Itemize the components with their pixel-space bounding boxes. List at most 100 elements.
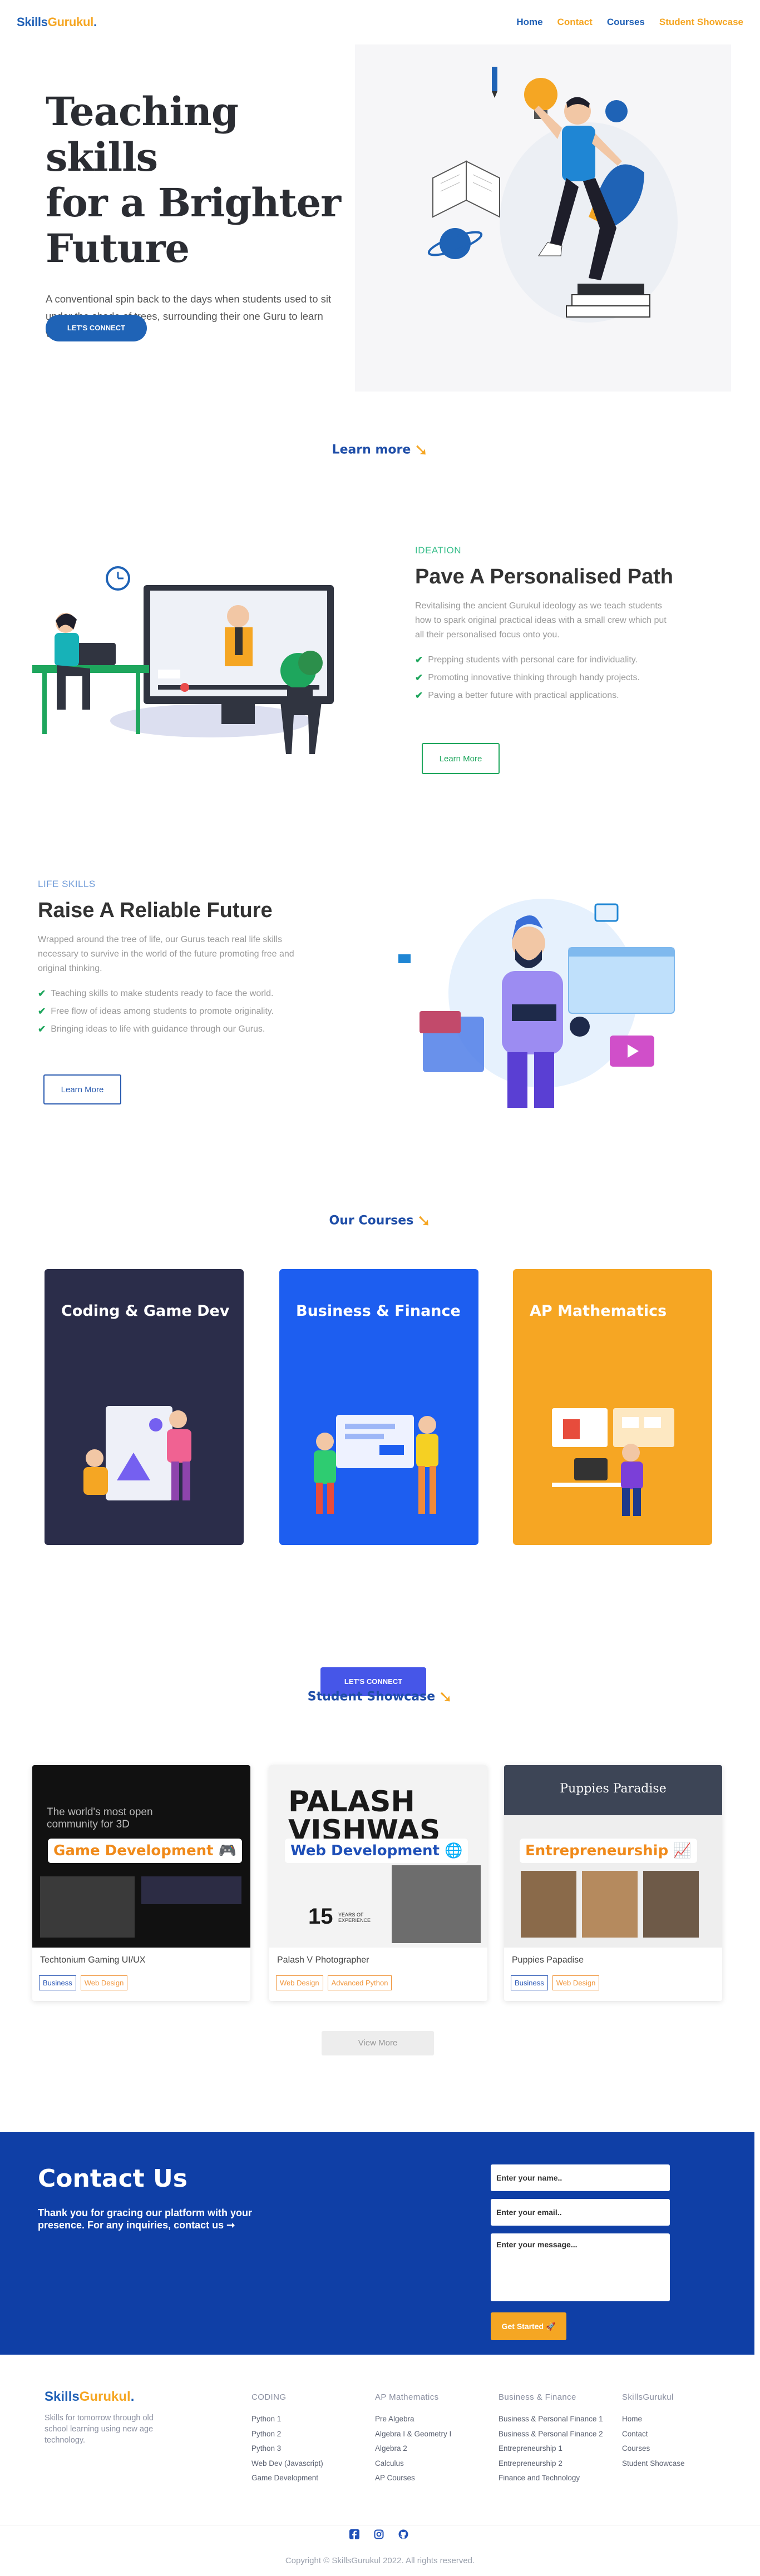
list-item: ✔ Paving a better future with practical a… — [415, 687, 677, 705]
footer-link[interactable]: Python 2 — [251, 2427, 323, 2442]
ideation-bullet-2: Promoting innovative thinking through ha… — [428, 673, 640, 682]
list-item: ✔ Promoting innovative thinking through h… — [415, 669, 677, 687]
footer-column-heading: AP Mathematics — [375, 2392, 439, 2402]
top-nav: SkillsGurukul. Home Contact Courses Stud… — [0, 0, 760, 44]
logo-part-gurukul: Gurukul — [79, 2389, 131, 2404]
footer-link[interactable]: Entrepreneurship 1 — [499, 2441, 603, 2456]
footer-link[interactable]: Python 1 — [251, 2412, 323, 2427]
life-skills-bullet-2: Free flow of ideas among students to pro… — [51, 1007, 274, 1016]
ideation-title: Pave A Personalised Path — [415, 565, 673, 588]
github-icon[interactable] — [398, 2529, 408, 2539]
nav-link-home[interactable]: Home — [516, 17, 542, 28]
thumbnail-image — [521, 1871, 576, 1938]
footer-link[interactable]: Student Showcase — [622, 2456, 685, 2471]
thumbnail-text: The world's most open community for 3D — [47, 1806, 153, 1830]
courses-heading: Our Courses ➘ — [0, 1211, 760, 1231]
footer-link[interactable]: AP Courses — [375, 2471, 451, 2486]
get-started-button[interactable]: Get Started 🚀 — [491, 2312, 566, 2340]
thumbnail-text: YEARS OF EXPERIENCE — [338, 1912, 371, 1923]
check-icon: ✔ — [415, 672, 423, 683]
ideation-bullet-1: Prepping students with personal care for… — [428, 655, 638, 665]
thumbnail-image — [40, 1876, 135, 1938]
life-skills-learn-more-button[interactable]: Learn More — [43, 1074, 121, 1104]
footer-link[interactable]: Python 3 — [251, 2441, 323, 2456]
course-title: Business & Finance — [296, 1302, 461, 1320]
ideation-illustration — [32, 566, 334, 754]
hero-connect-button[interactable]: LET'S CONNECT — [46, 315, 147, 341]
course-card-business[interactable]: Business & Finance — [279, 1269, 478, 1545]
arrow-down-icon: ➘ — [417, 1211, 431, 1231]
showcase-name: Puppies Papadise — [512, 1955, 584, 1965]
arrow-down-icon: ➘ — [414, 440, 428, 460]
showcase-card-palash[interactable]: PALASH VISHWAS 15 YEARS OF EXPERIENCE We… — [269, 1765, 487, 2001]
footer-link[interactable]: Home — [622, 2412, 685, 2427]
course-card-coding[interactable]: Coding & Game Dev — [45, 1269, 244, 1545]
footer-column-coding: CODING Python 1 Python 2 Python 3 Web De… — [251, 2392, 323, 2486]
footer-link[interactable]: Courses — [622, 2441, 685, 2456]
footer-link[interactable]: Algebra 2 — [375, 2441, 451, 2456]
ideation-description: Revitalising the ancient Gurukul ideolog… — [415, 601, 667, 640]
footer-column-skillsgurukul: SkillsGurukul Home Contact Courses Stude… — [622, 2392, 685, 2471]
thumbnail-image — [643, 1871, 699, 1938]
hero-title-line-3: Future — [46, 225, 190, 271]
footer-link[interactable]: Algebra I & Geometry I — [375, 2427, 451, 2442]
hero-text: Teaching skills for a Brighter Future A … — [46, 89, 346, 342]
footer-logo[interactable]: SkillsGurukul. — [45, 2389, 134, 2405]
learn-more-link[interactable]: Learn more ➘ — [0, 440, 760, 460]
course-card-math[interactable]: AP Mathematics — [513, 1269, 712, 1545]
footer-link[interactable]: Entrepreneurship 2 — [499, 2456, 603, 2471]
ideation-section: IDEATION Pave A Personalised Path Revita… — [415, 545, 677, 705]
ideation-bullets: ✔ Prepping students with personal care fo… — [415, 651, 677, 705]
footer-link[interactable]: Contact — [622, 2427, 685, 2442]
learn-more-label: Learn more — [332, 443, 411, 457]
nav-link-contact[interactable]: Contact — [557, 17, 593, 28]
tag: Advanced Python — [327, 1975, 392, 1990]
name-field[interactable]: Enter your name.. — [491, 2164, 670, 2191]
social-links — [349, 2529, 408, 2539]
footer-link[interactable]: Finance and Technology — [499, 2471, 603, 2486]
tag: Business — [39, 1975, 76, 1990]
facebook-icon[interactable] — [349, 2529, 359, 2539]
view-more-button[interactable]: View More — [322, 2031, 434, 2055]
tag: Web Design — [552, 1975, 600, 1990]
footer-column-math: AP Mathematics Pre Algebra Algebra I & G… — [375, 2392, 451, 2486]
life-skills-bullets: ✔ Teaching skills to make students ready … — [38, 985, 299, 1038]
nav-link-courses[interactable]: Courses — [607, 17, 645, 28]
footer-link[interactable]: Business & Personal Finance 2 — [499, 2427, 603, 2442]
hero-illustration — [355, 44, 731, 392]
nav-link-student-showcase[interactable]: Student Showcase — [659, 17, 743, 28]
hero-title-line-1: Teaching skills — [46, 88, 239, 180]
showcase-card-techtonium[interactable]: The world's most open community for 3D G… — [32, 1765, 250, 2001]
footer-column-heading: CODING — [251, 2392, 287, 2402]
courses-heading-label: Our Courses — [329, 1213, 414, 1228]
thumbnail-text: 15 — [308, 1904, 333, 1929]
tag: Business — [511, 1975, 548, 1990]
thumbnail-image — [141, 1876, 241, 1904]
life-skills-title: Raise A Reliable Future — [38, 899, 273, 922]
footer-link[interactable]: Business & Personal Finance 1 — [499, 2412, 603, 2427]
email-field[interactable]: Enter your email.. — [491, 2199, 670, 2226]
instagram-icon[interactable] — [374, 2529, 384, 2539]
check-icon: ✔ — [415, 655, 423, 665]
check-icon: ✔ — [38, 988, 46, 999]
showcase-name: Palash V Photographer — [277, 1955, 369, 1965]
logo-part-skills: Skills — [45, 2389, 80, 2404]
list-item: ✔ Free flow of ideas among students to pr… — [38, 1003, 299, 1021]
ideation-learn-more-button[interactable]: Learn More — [422, 743, 500, 774]
footer-column-heading: SkillsGurukul — [622, 2392, 674, 2402]
footer-link[interactable]: Game Development — [251, 2471, 323, 2486]
nav-links: Home Contact Courses Student Showcase — [516, 17, 743, 28]
life-skills-illustration — [398, 899, 675, 1108]
showcase-card-puppies[interactable]: Puppies Paradise Entrepreneurship 📈 Pupp… — [504, 1765, 722, 2001]
message-field[interactable]: Enter your message... — [491, 2233, 670, 2301]
showcase-badge: Entrepreneurship 📈 — [520, 1839, 697, 1863]
showcase-thumbnail: Puppies Paradise Entrepreneurship 📈 — [504, 1765, 722, 1948]
footer-link[interactable]: Calculus — [375, 2456, 451, 2471]
logo[interactable]: SkillsGurukul. — [17, 15, 97, 29]
footer-link[interactable]: Web Dev (Javascript) — [251, 2456, 323, 2471]
footer-column-business: Business & Finance Business & Personal F… — [499, 2392, 603, 2486]
ideation-eyebrow: IDEATION — [415, 545, 462, 556]
copyright-text: Copyright © SkillsGurukul 2022. All righ… — [285, 2556, 475, 2565]
contact-section: Contact Us Thank you for gracing our pla… — [0, 2132, 754, 2355]
footer-link[interactable]: Pre Algebra — [375, 2412, 451, 2427]
